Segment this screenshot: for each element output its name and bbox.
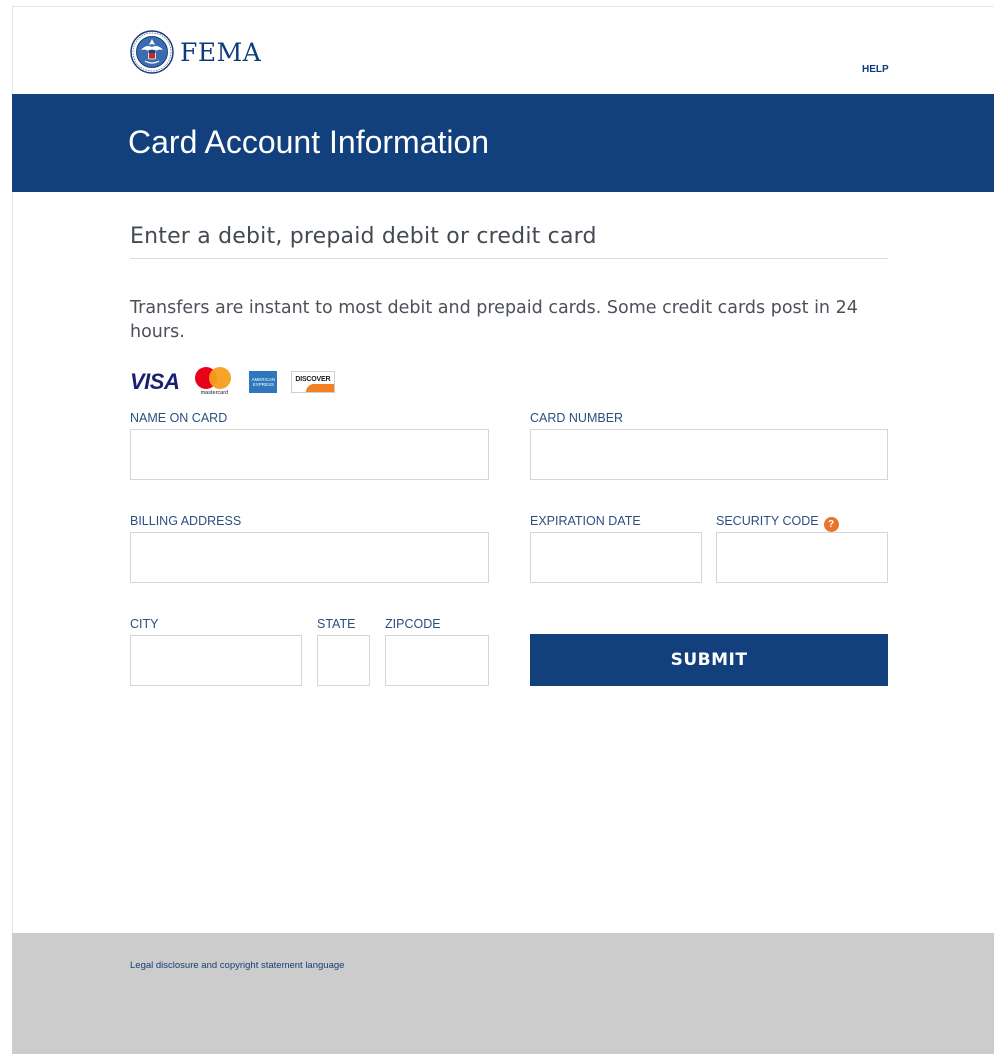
- form-description: Transfers are instant to most debit and …: [130, 298, 858, 342]
- amex-logo-icon: AMERICAN EXPRESS: [249, 371, 278, 393]
- help-link[interactable]: HELP: [862, 64, 889, 75]
- legal-disclosure-link[interactable]: Legal disclosure and copyright statement…: [130, 960, 344, 971]
- mastercard-logo-icon: mastercard: [193, 367, 235, 397]
- card-number-label: CARD NUMBER: [530, 411, 624, 425]
- billing-address-label: BILLING ADDRESS: [130, 514, 242, 528]
- page-title: Card Account Information: [128, 124, 490, 160]
- amex-logo-text: AMERICAN EXPRESS: [251, 377, 276, 387]
- name-on-card-input[interactable]: [130, 429, 489, 480]
- submit-button[interactable]: SUBMIT: [530, 634, 888, 686]
- help-question-icon[interactable]: ?: [823, 517, 839, 532]
- expiration-date-input[interactable]: [530, 532, 702, 583]
- city-label: CITY: [130, 617, 159, 631]
- name-on-card-label: NAME ON CARD: [130, 411, 228, 425]
- security-code-label: SECURITY CODE: [716, 514, 819, 528]
- site-header: FEMA HELP: [12, 6, 994, 94]
- site-footer: Legal disclosure and copyright statement…: [12, 933, 994, 1054]
- dhs-seal-icon: [130, 30, 174, 74]
- city-input[interactable]: [130, 635, 302, 686]
- zipcode-input[interactable]: [385, 635, 489, 686]
- visa-logo-icon: VISA: [130, 369, 180, 394]
- accepted-cards: VISA mastercard AMERICAN EXPRESS DISCOVE…: [130, 366, 336, 398]
- state-input[interactable]: [317, 635, 370, 686]
- discover-logo-icon: DISCOVER: [291, 371, 336, 393]
- mastercard-logo-text: mastercard: [200, 390, 229, 396]
- zipcode-label: ZIPCODE: [385, 617, 441, 631]
- page-banner: Card Account Information: [12, 94, 994, 192]
- card-number-input[interactable]: [530, 429, 888, 480]
- logo-text: FEMA: [180, 37, 262, 67]
- subtitle-divider: [130, 258, 888, 259]
- fema-logo[interactable]: FEMA: [130, 30, 261, 74]
- discover-logo-text: DISCOVER: [295, 376, 331, 383]
- expiration-date-label: EXPIRATION DATE: [530, 514, 641, 528]
- state-label: STATE: [317, 617, 356, 631]
- security-code-input[interactable]: [716, 532, 888, 583]
- form-subtitle: Enter a debit, prepaid debit or credit c…: [130, 224, 597, 249]
- security-code-label-group: SECURITY CODE?: [716, 514, 839, 532]
- billing-address-input[interactable]: [130, 532, 489, 583]
